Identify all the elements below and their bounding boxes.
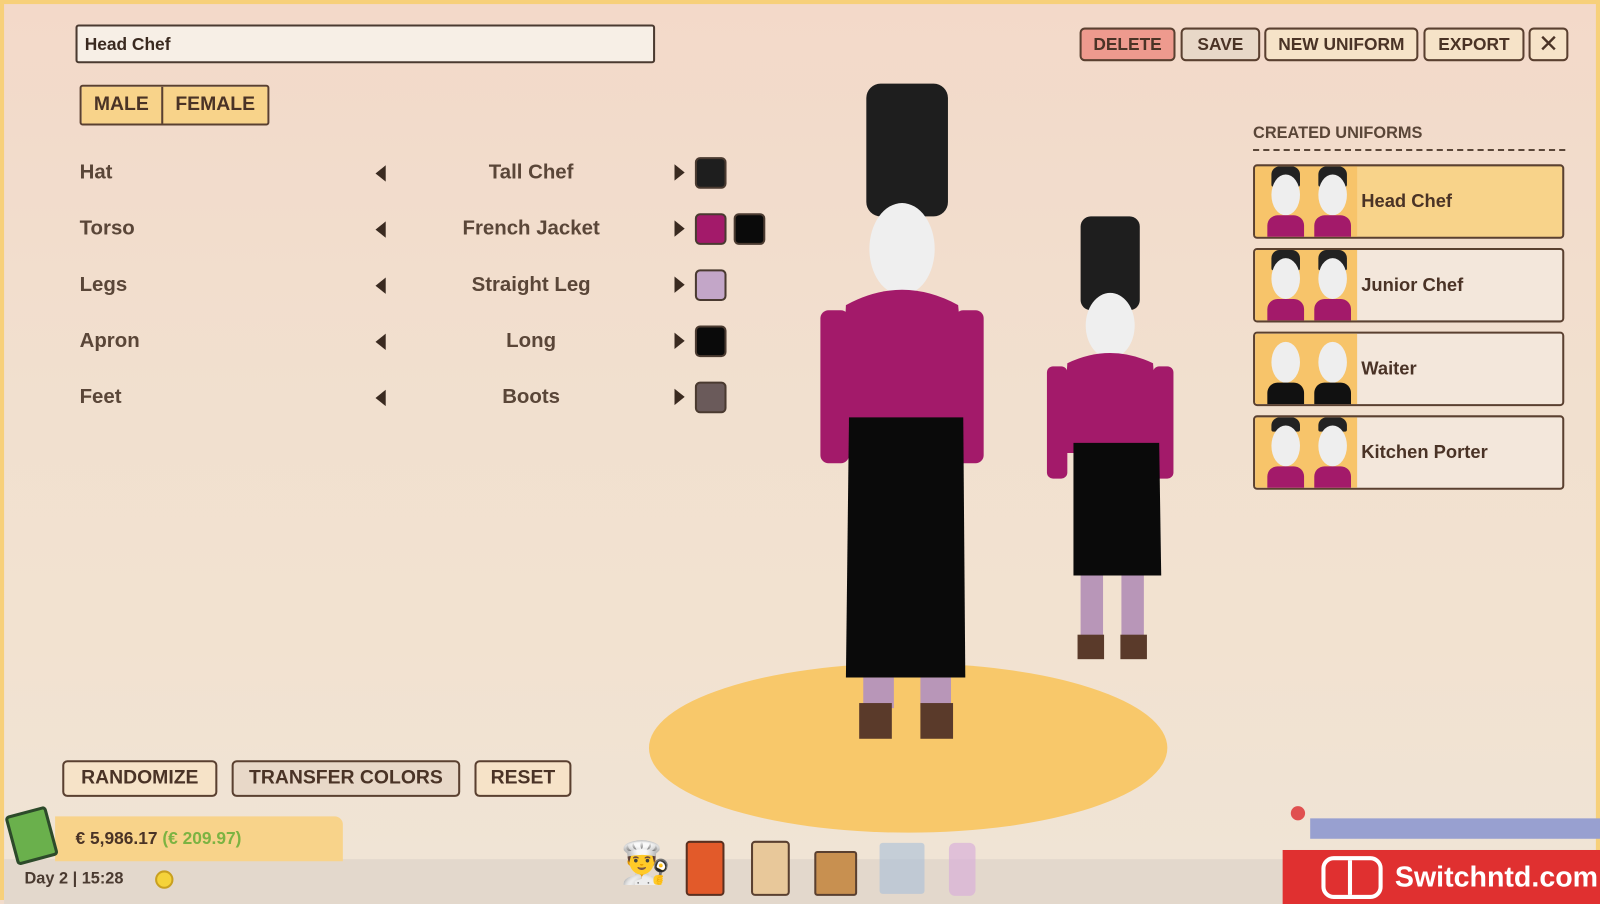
- next-arrow-icon[interactable]: [674, 276, 685, 293]
- recipes-icon[interactable]: [751, 840, 790, 896]
- next-arrow-icon[interactable]: [674, 388, 685, 406]
- uniform-thumbnail: [1255, 417, 1358, 488]
- randomize-button[interactable]: RANDOMIZE: [62, 760, 218, 797]
- delete-button[interactable]: DELETE: [1079, 27, 1176, 62]
- color-swatch[interactable]: [694, 381, 727, 414]
- color-swatch[interactable]: [694, 269, 727, 302]
- female-button[interactable]: FEMALE: [161, 86, 268, 124]
- uniform-item-waiter[interactable]: Waiter: [1253, 331, 1565, 407]
- prev-arrow-icon[interactable]: [375, 221, 386, 238]
- next-arrow-icon[interactable]: [674, 332, 685, 349]
- part-row-legs: Legs Straight Leg: [79, 269, 794, 302]
- menu-icon[interactable]: [685, 840, 725, 896]
- export-button[interactable]: EXPORT: [1423, 27, 1525, 62]
- part-label: Hat: [79, 161, 113, 184]
- ingredients-icon[interactable]: [814, 851, 858, 896]
- part-row-torso: Torso French Jacket: [79, 213, 794, 245]
- created-uniforms-title: CREATED UNIFORMS: [1253, 124, 1566, 152]
- color-swatch[interactable]: [694, 325, 727, 358]
- uniform-label: Head Chef: [1361, 190, 1453, 212]
- prev-arrow-icon[interactable]: [375, 277, 386, 294]
- part-label: Torso: [79, 217, 135, 240]
- part-value: Straight Leg: [471, 273, 591, 296]
- blueprint-icon[interactable]: [879, 842, 925, 894]
- sun-icon: [155, 870, 174, 889]
- part-value: French Jacket: [462, 217, 600, 240]
- gender-toggle: MALE FEMALE: [79, 84, 270, 126]
- prev-arrow-icon[interactable]: [375, 165, 386, 182]
- reset-button[interactable]: RESET: [474, 760, 572, 797]
- uniform-item-junior-chef[interactable]: Junior Chef: [1253, 247, 1565, 323]
- transfer-colors-button[interactable]: TRANSFER COLORS: [231, 760, 461, 797]
- uniform-item-head-chef[interactable]: Head Chef: [1253, 164, 1565, 239]
- color-swatch[interactable]: [733, 213, 766, 245]
- prev-arrow-icon[interactable]: [375, 333, 386, 350]
- part-value: Boots: [502, 385, 561, 409]
- part-value: Long: [506, 329, 557, 353]
- male-button[interactable]: MALE: [81, 86, 162, 124]
- color-swatch[interactable]: [694, 213, 727, 245]
- day-time: Day 2 | 15:28: [24, 870, 124, 888]
- next-arrow-icon[interactable]: [674, 164, 685, 181]
- uniform-label: Kitchen Porter: [1361, 441, 1488, 463]
- next-arrow-icon[interactable]: [674, 220, 685, 237]
- new-uniform-button[interactable]: NEW UNIFORM: [1264, 27, 1419, 62]
- income-value: (€ 209.97): [162, 828, 242, 848]
- part-label: Feet: [79, 385, 122, 409]
- notification-bar: [1310, 818, 1600, 839]
- close-icon[interactable]: ✕: [1528, 27, 1569, 62]
- part-row-apron: Apron Long: [79, 325, 794, 358]
- part-label: Legs: [79, 273, 128, 296]
- prev-arrow-icon[interactable]: [375, 389, 386, 407]
- staff-icon[interactable]: 👨‍🍳: [620, 839, 671, 898]
- money-icon: [4, 805, 59, 866]
- part-value: Tall Chef: [488, 161, 574, 184]
- money-value: € 5,986.17: [75, 828, 158, 848]
- switch-logo-icon: [1321, 855, 1383, 899]
- cleaning-icon[interactable]: [948, 842, 976, 896]
- part-row-hat: Hat Tall Chef: [79, 157, 794, 189]
- money-display: € 5,986.17 (€ 209.97): [55, 816, 343, 862]
- uniform-thumbnail: [1255, 333, 1358, 405]
- part-label: Apron: [79, 329, 140, 353]
- character-preview[interactable]: [800, 76, 1208, 760]
- watermark-text: Switchntd.com: [1394, 860, 1599, 893]
- uniform-label: Junior Chef: [1361, 274, 1464, 295]
- uniform-item-kitchen-porter[interactable]: Kitchen Porter: [1253, 415, 1565, 490]
- uniform-name-input[interactable]: Head Chef: [75, 24, 656, 64]
- part-row-feet: Feet Boots: [79, 381, 794, 414]
- save-button[interactable]: SAVE: [1180, 27, 1261, 62]
- color-swatch[interactable]: [694, 157, 727, 189]
- uniform-thumbnail: [1255, 166, 1358, 237]
- uniform-label: Waiter: [1361, 358, 1417, 379]
- notification-dot: [1290, 806, 1306, 821]
- watermark: Switchntd.com: [1282, 849, 1600, 904]
- uniform-editor: Head Chef DELETE SAVE NEW UNIFORM EXPORT…: [0, 0, 1600, 904]
- uniform-thumbnail: [1255, 249, 1358, 321]
